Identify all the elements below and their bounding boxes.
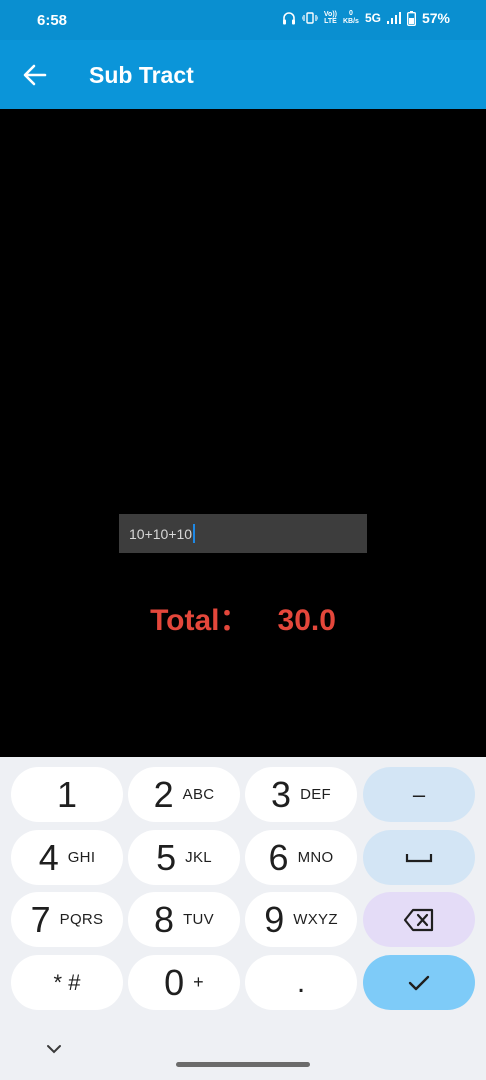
backspace-icon bbox=[403, 908, 434, 931]
headphones-icon bbox=[282, 11, 295, 24]
collapse-keyboard-button[interactable] bbox=[40, 1040, 68, 1060]
minus-label: – bbox=[412, 781, 426, 807]
key-7[interactable]: 7 PQRS bbox=[11, 892, 123, 947]
app-bar: Sub Tract bbox=[0, 40, 486, 109]
gesture-nav-handle[interactable] bbox=[176, 1062, 310, 1067]
total-label: Total： bbox=[150, 604, 250, 637]
checkmark-icon bbox=[408, 975, 430, 990]
key-1[interactable]: 1 bbox=[11, 767, 123, 822]
total-display: Total： 30.0 bbox=[0, 595, 486, 639]
space-key[interactable] bbox=[363, 830, 475, 885]
key-6[interactable]: 6 MNO bbox=[245, 830, 357, 885]
status-icons: Vo)) LTE 0 KB/s 5G 57% bbox=[282, 10, 450, 26]
network-type: 5G bbox=[364, 11, 381, 25]
status-bar: 6:58 Vo)) LTE 0 KB/s 5G 57% bbox=[0, 0, 486, 40]
battery-percentage: 57% bbox=[421, 10, 450, 26]
key-4[interactable]: 4 GHI bbox=[11, 830, 123, 885]
network-speed: 0 KB/s bbox=[343, 10, 359, 25]
symbols-key[interactable]: * # bbox=[11, 955, 123, 1010]
back-button[interactable] bbox=[20, 60, 50, 90]
numeric-keyboard: 1 2 ABC 3 DEF – 4 GHI 5 JKL 6 MNO 7 PQRS 8 TUV … bbox=[0, 757, 486, 1080]
symbols-label: * # bbox=[53, 969, 81, 995]
done-key[interactable] bbox=[363, 955, 475, 1010]
main-content: 10+10+10 Total： 30.0 bbox=[0, 109, 486, 757]
key-3[interactable]: 3 DEF bbox=[245, 767, 357, 822]
decimal-key[interactable]: . bbox=[245, 955, 357, 1010]
key-8[interactable]: 8 TUV bbox=[128, 892, 240, 947]
battery-icon bbox=[406, 10, 416, 26]
text-cursor bbox=[193, 524, 196, 543]
arrow-left-icon bbox=[23, 64, 47, 86]
key-0[interactable]: 0 + bbox=[128, 955, 240, 1010]
page-title: Sub Tract bbox=[89, 62, 194, 88]
status-time: 6:58 bbox=[37, 12, 68, 29]
total-value: 30.0 bbox=[277, 604, 336, 637]
key-2[interactable]: 2 ABC bbox=[128, 767, 240, 822]
vibrate-icon bbox=[301, 12, 318, 24]
expression-value: 10+10+10 bbox=[129, 525, 193, 542]
key-5[interactable]: 5 JKL bbox=[128, 830, 240, 885]
volte-indicator: Vo)) LTE bbox=[323, 11, 337, 25]
expression-input[interactable]: 10+10+10 bbox=[119, 514, 367, 553]
chevron-down-icon bbox=[47, 1045, 61, 1054]
minus-key[interactable]: – bbox=[363, 767, 475, 822]
backspace-key[interactable] bbox=[363, 892, 475, 947]
signal-icon bbox=[386, 12, 401, 24]
key-9[interactable]: 9 WXYZ bbox=[245, 892, 357, 947]
space-bar-icon bbox=[405, 853, 433, 862]
